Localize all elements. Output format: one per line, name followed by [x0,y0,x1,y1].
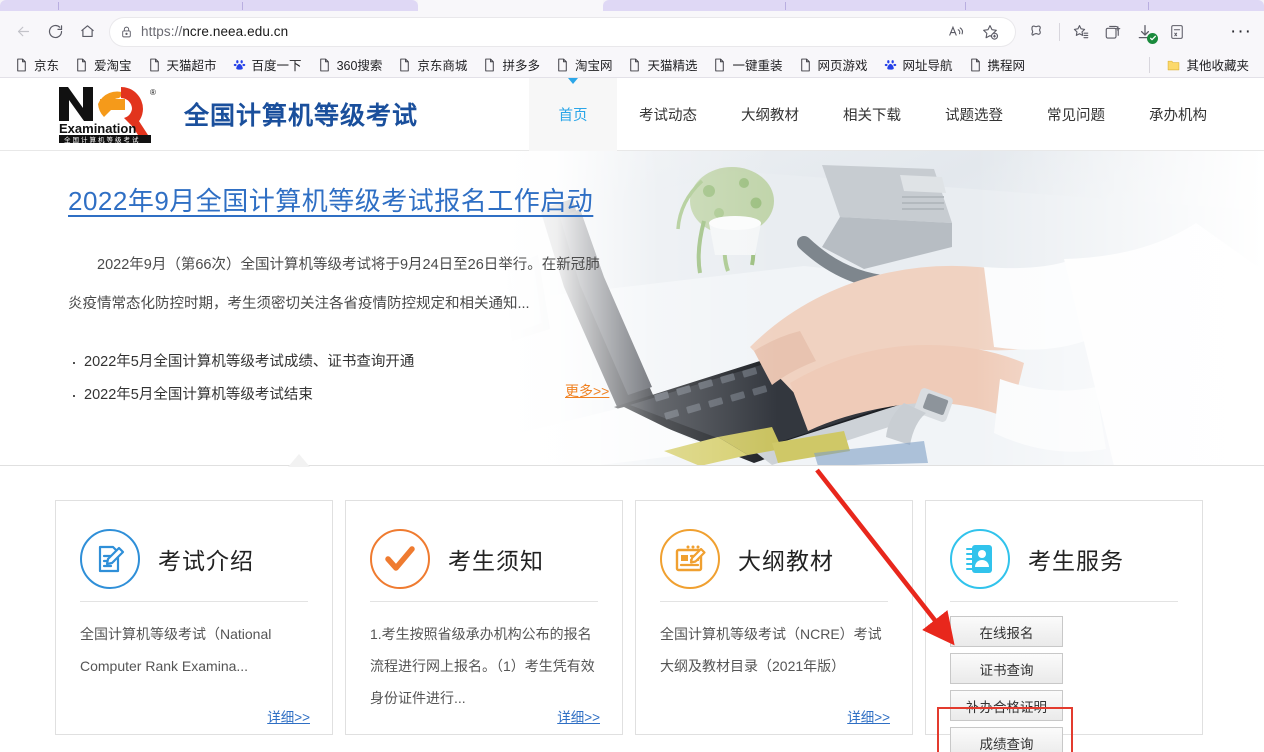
svg-text:®: ® [150,88,156,97]
nav-item-organizers[interactable]: 承办机构 [1127,78,1229,151]
browser-tab-strip[interactable] [0,0,1264,11]
nav-item-syllabus[interactable]: 大纲教材 [719,78,821,151]
card-divider [660,601,888,602]
card-header: 考生须知 [370,521,598,597]
card-header: 考试介绍 [80,521,308,597]
avatar[interactable] [1194,17,1224,47]
hero-banner: 2022年9月全国计算机等级考试报名工作启动 2022年9月（第66次）全国计算… [0,151,1264,466]
bookmark-item[interactable]: 一键重装 [706,53,789,76]
nav-item-faq[interactable]: 常见问题 [1025,78,1127,151]
math-solver-icon[interactable] [1162,17,1192,47]
card-detail-link[interactable]: 详细>> [847,706,890,726]
downloads-icon[interactable] [1130,17,1160,47]
bookmark-item[interactable]: 淘宝网 [549,53,620,76]
card-candidate-services[interactable]: 考生服务 在线报名 证书查询 补办合格证明 成绩查询 成绩分析报告 证书直邮 [925,500,1203,752]
back-icon[interactable] [8,17,38,47]
bookmarks-divider [1149,56,1151,73]
svg-text:Examination: Examination [59,121,136,136]
bookmark-item[interactable]: 网页游戏 [792,53,875,76]
add-favorite-icon[interactable] [975,17,1005,47]
bookmark-item[interactable]: 爱淘宝 [68,53,139,76]
svg-text:全国计算机等级考试: 全国计算机等级考试 [64,135,141,143]
browser-tab-group[interactable] [603,0,1264,11]
card-syllabus-materials[interactable]: 大纲教材 全国计算机等级考试（NCRE）考试大纲及教材目录（2021年版） 详细… [635,500,913,735]
browser-toolbar: https://ncre.neea.edu.cn ··· [0,11,1264,52]
card-exam-intro[interactable]: 考试介绍 全国计算机等级考试（National Computer Rank Ex… [55,500,333,735]
card-candidate-notice[interactable]: 考生须知 1.考生按照省级承办机构公布的报名流程进行网上报名。（1）考生凭有效身… [345,500,623,735]
page-content: ® Examination 全国计算机等级考试 全国计算机等级考试 首页 考试动… [0,78,1264,752]
bookmark-item[interactable]: 京东商城 [391,53,474,76]
address-bar[interactable]: https://ncre.neea.edu.cn [110,17,1015,47]
collections-icon[interactable] [1098,17,1128,47]
service-button-online-registration[interactable]: 在线报名 [950,616,1063,647]
bookmark-item[interactable]: 网址导航 [877,53,960,76]
download-complete-badge [1147,32,1158,44]
banner-news-item[interactable]: 2022年5月全国计算机等级考试成绩、证书查询开通 [68,346,628,379]
nav-item-home[interactable]: 首页 [529,78,617,151]
settings-and-more-icon[interactable]: ··· [1226,17,1256,47]
browser-tab[interactable] [0,0,418,11]
document-pencil-icon [80,529,140,589]
banner-more-link[interactable]: 更多>> [565,381,609,401]
refresh-icon[interactable] [40,17,70,47]
lock-icon[interactable] [120,25,133,39]
banner-text-block: 2022年9月全国计算机等级考试报名工作启动 2022年9月（第66次）全国计算… [68,181,628,412]
tab-strip-gap [418,0,603,11]
feature-card-row: 考试介绍 全国计算机等级考试（National Computer Rank Ex… [0,500,1264,752]
nav-item-downloads[interactable]: 相关下载 [821,78,923,151]
bookmark-item[interactable]: 京东 [8,53,66,76]
card-detail-link[interactable]: 详细>> [267,706,310,726]
banner-news-item[interactable]: 2022年5月全国计算机等级考试结束 [68,379,628,412]
toolbar-divider [1059,22,1060,41]
card-title: 考试介绍 [158,548,254,574]
card-header: 考生服务 [950,521,1178,597]
split-screen-icon[interactable] [1023,17,1053,47]
carousel-notch-icon [288,454,310,467]
card-title: 大纲教材 [738,548,834,574]
card-title: 考生服务 [1028,548,1124,574]
card-divider [950,601,1178,602]
home-icon[interactable] [72,17,102,47]
bookmark-item[interactable]: 天猫超市 [141,53,224,76]
banner-news-list: 2022年5月全国计算机等级考试成绩、证书查询开通 2022年5月全国计算机等级… [68,346,628,412]
nav-item-exam-news[interactable]: 考试动态 [617,78,719,151]
card-body-text: 1.考生按照省级承办机构公布的报名流程进行网上报名。（1）考生凭有效身份证件进行… [370,626,595,706]
other-bookmarks-folder[interactable]: 其他收藏夹 [1160,53,1256,76]
read-aloud-icon[interactable] [941,17,971,47]
folder-icon [1168,60,1180,70]
favorites-icon[interactable] [1066,17,1096,47]
book-pencil-icon [660,529,720,589]
site-header: ® Examination 全国计算机等级考试 全国计算机等级考试 首页 考试动… [0,78,1264,151]
card-divider [370,601,598,602]
card-detail-link[interactable]: 详细>> [557,706,600,726]
card-divider [80,601,308,602]
site-nav: 首页 考试动态 大纲教材 相关下载 试题选登 常见问题 承办机构 [529,78,1264,151]
card-body-text: 全国计算机等级考试（NCRE）考试大纲及教材目录（2021年版） [660,626,882,674]
bookmark-item[interactable]: 天猫精选 [621,53,704,76]
service-button-reissue-certificate[interactable]: 补办合格证明 [950,690,1063,721]
ncre-logo-icon: ® Examination 全国计算机等级考试 [55,85,170,144]
nav-item-sample-questions[interactable]: 试题选登 [923,78,1025,151]
address-bar-text: https://ncre.neea.edu.cn [141,24,289,39]
service-button-grid: 在线报名 证书查询 补办合格证明 成绩查询 成绩分析报告 证书直邮 [950,616,1178,752]
site-logo[interactable]: ® Examination 全国计算机等级考试 全国计算机等级考试 [55,85,419,144]
card-body-text: 全国计算机等级考试（National Computer Rank Examina… [80,626,272,674]
banner-description: 2022年9月（第66次）全国计算机等级考试将于9月24日至26日举行。在新冠肺… [68,257,600,312]
checkmark-icon [370,529,430,589]
contact-book-icon [950,529,1010,589]
bookmark-item[interactable]: 携程网 [962,53,1033,76]
bookmark-item[interactable]: 拼多多 [476,53,547,76]
bookmark-item[interactable]: 百度一下 [226,53,309,76]
service-button-score-query[interactable]: 成绩查询 [950,727,1063,752]
banner-headline-link[interactable]: 2022年9月全国计算机等级考试报名工作启动 [68,186,593,216]
nav-end-spacer [1229,78,1264,151]
bookmark-item[interactable]: 360搜索 [311,53,390,76]
site-title: 全国计算机等级考试 [184,101,419,130]
card-header: 大纲教材 [660,521,888,597]
feature-cards-section: 考试介绍 全国计算机等级考试（National Computer Rank Ex… [0,454,1264,752]
card-title: 考生须知 [448,548,544,574]
service-button-certificate-query[interactable]: 证书查询 [950,653,1063,684]
bookmarks-bar: 京东 爱淘宝 天猫超市 百度一下 360搜索 京东商城 拼多多 淘宝网 天猫精选… [0,52,1264,78]
